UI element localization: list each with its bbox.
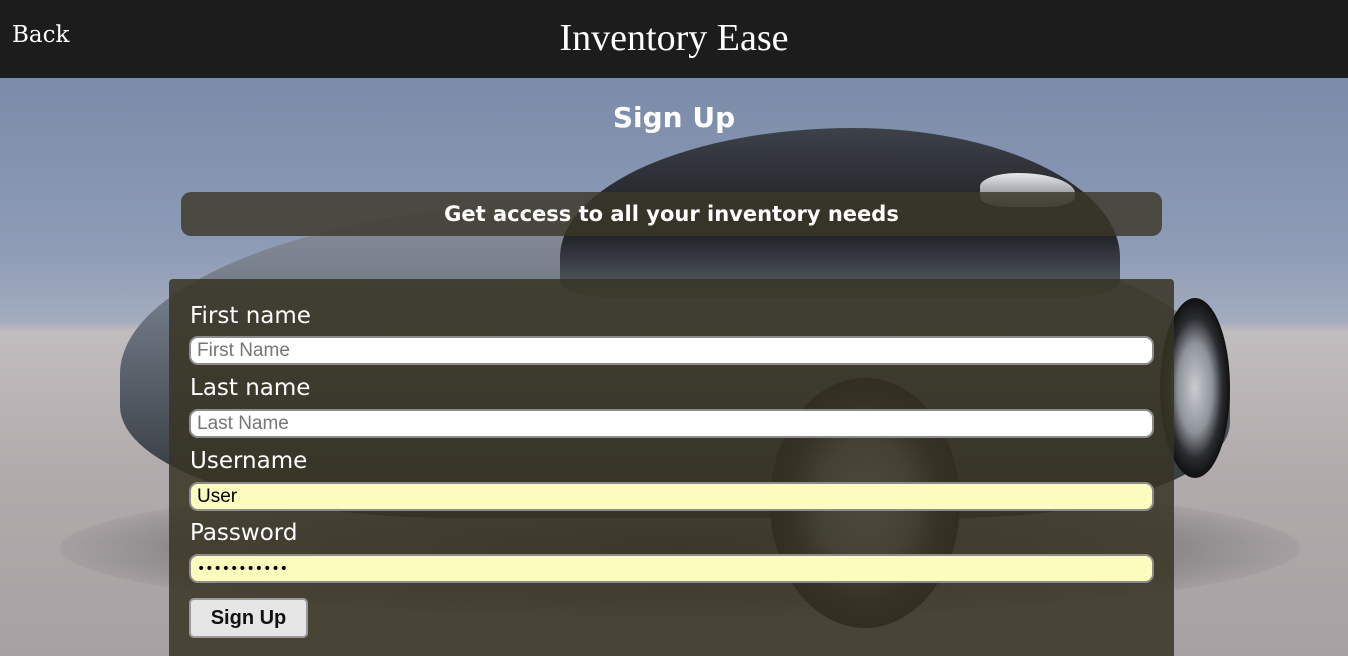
last-name-label: Last name xyxy=(190,375,311,401)
sign-up-button[interactable]: Sign Up xyxy=(189,598,308,638)
tagline-banner: Get access to all your inventory needs xyxy=(181,192,1162,236)
username-label: Username xyxy=(190,448,308,474)
app-title: Inventory Ease xyxy=(559,17,789,59)
username-input[interactable] xyxy=(189,482,1154,511)
page-title: Sign Up xyxy=(612,101,736,134)
password-input[interactable] xyxy=(189,554,1154,583)
password-label: Password xyxy=(190,520,298,546)
first-name-input[interactable] xyxy=(189,336,1154,365)
first-name-label: First name xyxy=(190,303,311,329)
tagline-text: Get access to all your inventory needs xyxy=(444,202,899,226)
last-name-input[interactable] xyxy=(189,409,1154,438)
signup-form: First name Last name Username Password S… xyxy=(169,279,1174,656)
top-bar: Back Inventory Ease xyxy=(0,0,1348,78)
